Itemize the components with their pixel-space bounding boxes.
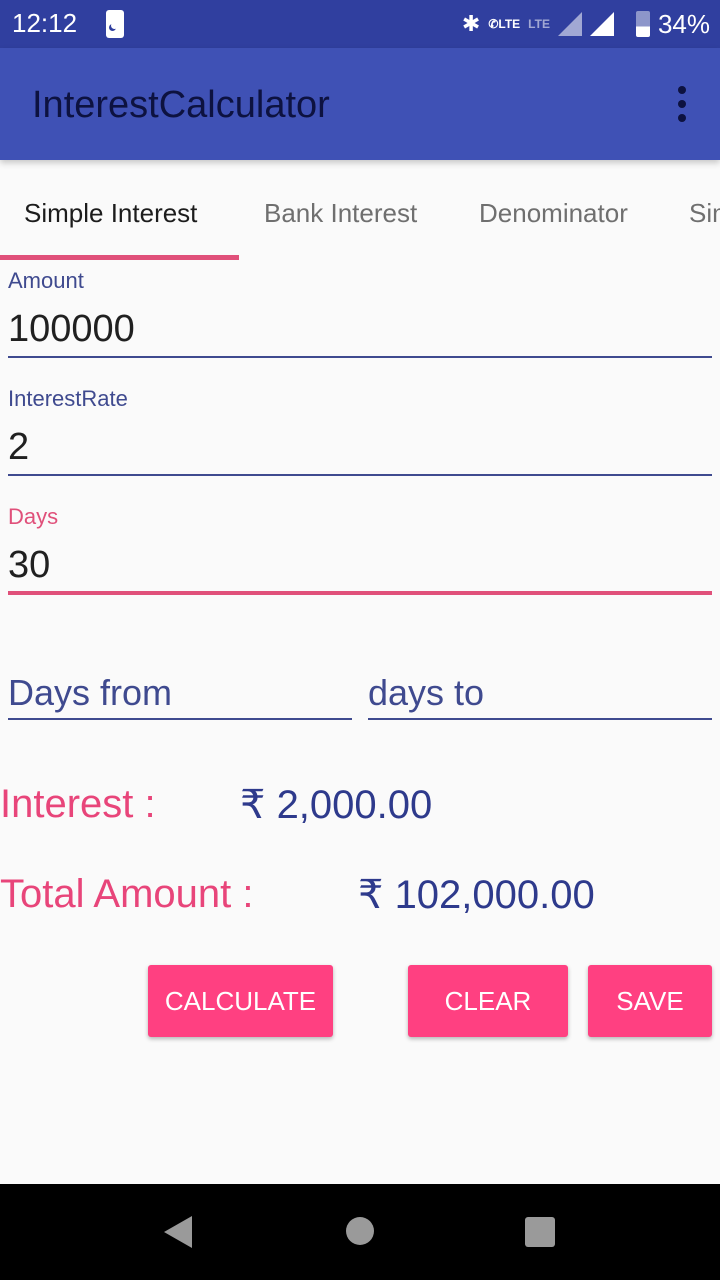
bluetooth-icon: ✱: [461, 11, 481, 36]
days-from-field: [8, 668, 352, 724]
lte-label: LTE: [498, 17, 521, 31]
interest-rate-field: InterestRate: [8, 386, 712, 476]
amount-underline: [8, 356, 712, 358]
total-amount-label: Total Amount :: [0, 872, 254, 916]
tab-bank-interest[interactable]: Bank Interest: [264, 198, 417, 229]
amount-label: Amount: [8, 268, 84, 293]
amount-field: Amount: [8, 268, 712, 358]
back-icon[interactable]: [164, 1216, 192, 1248]
amount-input[interactable]: [8, 304, 712, 354]
battery-percent: 34%: [657, 8, 710, 39]
interest-rate-input[interactable]: [8, 422, 712, 472]
home-icon[interactable]: [346, 1217, 374, 1245]
days-input[interactable]: [8, 540, 712, 590]
days-field: Days: [8, 504, 712, 595]
interest-label: Interest :: [0, 782, 156, 826]
days-to-underline: [368, 718, 712, 720]
signal-icon: [589, 12, 614, 36]
do-not-disturb-icon: [106, 10, 124, 38]
signal-icon: [557, 12, 582, 36]
days-label: Days: [8, 504, 59, 529]
days-underline: [8, 591, 712, 595]
wifi-calling-icon: ✆LTE: [488, 17, 521, 31]
interest-rate-underline: [8, 474, 712, 476]
tab-denominator[interactable]: Denominator: [479, 198, 628, 229]
tab-indicator: [0, 255, 239, 260]
days-from-underline: [8, 718, 352, 720]
app-title: InterestCalculator: [32, 84, 330, 126]
status-icons: ✱ ✆LTE LTE 34%: [462, 8, 710, 40]
interest-value: ₹ 2,000.00: [240, 783, 433, 827]
tab-bar: Simple Interest Bank Interest Denominato…: [0, 160, 720, 260]
more-vert-icon[interactable]: [674, 86, 690, 122]
calculate-button[interactable]: CALCULATE: [148, 965, 333, 1037]
lte-icon: LTE: [528, 17, 550, 31]
tab-simple-interest[interactable]: Simple Interest: [24, 198, 197, 229]
recent-apps-icon[interactable]: [525, 1217, 555, 1247]
navigation-bar: [0, 1184, 720, 1280]
status-bar: 12:12 ✱ ✆LTE LTE 34%: [0, 0, 720, 48]
tab-sim[interactable]: Sim: [689, 198, 720, 229]
days-to-field: [368, 668, 712, 724]
status-time: 12:12: [12, 8, 78, 38]
app-bar: InterestCalculator: [0, 48, 720, 160]
interest-rate-label: InterestRate: [8, 386, 128, 411]
days-to-input[interactable]: [368, 668, 712, 718]
total-amount-value: ₹ 102,000.00: [358, 873, 595, 917]
days-from-input[interactable]: [8, 668, 352, 718]
clear-button[interactable]: CLEAR: [408, 965, 568, 1037]
save-button[interactable]: SAVE: [588, 965, 712, 1037]
battery-charging-icon: [635, 11, 650, 37]
